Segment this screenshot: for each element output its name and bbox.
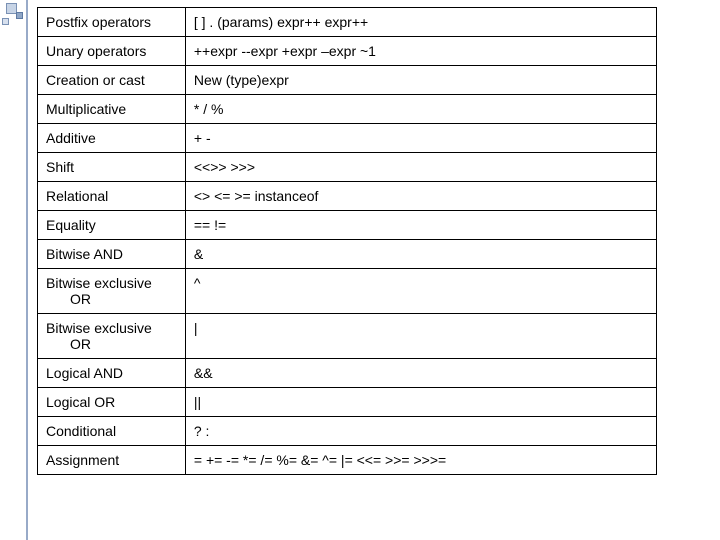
operators-cell: <<>> >>> xyxy=(185,153,656,182)
table-row: Logical OR|| xyxy=(38,388,657,417)
table-row: Creation or castNew (type)expr xyxy=(38,66,657,95)
operator-category-cell: Multiplicative xyxy=(38,95,186,124)
table-row: Relational<> <= >= instanceof xyxy=(38,182,657,211)
operators-cell: ^ xyxy=(185,269,656,314)
table-row: Equality== != xyxy=(38,211,657,240)
operator-category-cell: Additive xyxy=(38,124,186,153)
operators-cell: ++expr --expr +expr –expr ~1 xyxy=(185,37,656,66)
table-row: Shift<<>> >>> xyxy=(38,153,657,182)
deco-square xyxy=(2,18,9,25)
category-label: Bitwise exclusive xyxy=(46,320,152,336)
operator-category-cell: Bitwise exclusiveOR xyxy=(38,314,186,359)
operator-category-cell: Unary operators xyxy=(38,37,186,66)
operator-category-cell: Assignment xyxy=(38,446,186,475)
table-row: Multiplicative* / % xyxy=(38,95,657,124)
category-label-line2: OR xyxy=(46,336,177,352)
operators-cell: = += -= *= /= %= &= ^= |= <<= >>= >>>= xyxy=(185,446,656,475)
operator-category-cell: Bitwise exclusiveOR xyxy=(38,269,186,314)
operator-category-cell: Postfix operators xyxy=(38,8,186,37)
table-row: Logical AND&& xyxy=(38,359,657,388)
operator-category-cell: Logical AND xyxy=(38,359,186,388)
operators-cell: + - xyxy=(185,124,656,153)
operators-cell: New (type)expr xyxy=(185,66,656,95)
operators-cell: ? : xyxy=(185,417,656,446)
deco-vertical-line xyxy=(26,0,28,540)
category-label-line2: OR xyxy=(46,291,177,307)
table-row: Additive+ - xyxy=(38,124,657,153)
operator-category-cell: Shift xyxy=(38,153,186,182)
operator-category-cell: Bitwise AND xyxy=(38,240,186,269)
operators-cell: <> <= >= instanceof xyxy=(185,182,656,211)
category-label: Bitwise exclusive xyxy=(46,275,152,291)
slide-content: Postfix operators[ ] . (params) expr++ e… xyxy=(37,7,662,475)
operators-cell: | xyxy=(185,314,656,359)
operators-cell: == != xyxy=(185,211,656,240)
table-row: Assignment= += -= *= /= %= &= ^= |= <<= … xyxy=(38,446,657,475)
operator-category-cell: Conditional xyxy=(38,417,186,446)
table-row: Bitwise exclusiveOR^ xyxy=(38,269,657,314)
operator-category-cell: Creation or cast xyxy=(38,66,186,95)
operator-precedence-table: Postfix operators[ ] . (params) expr++ e… xyxy=(37,7,657,475)
operators-cell: & xyxy=(185,240,656,269)
table-row: Bitwise AND& xyxy=(38,240,657,269)
deco-square xyxy=(16,12,23,19)
table-row: Conditional? : xyxy=(38,417,657,446)
table-row: Postfix operators[ ] . (params) expr++ e… xyxy=(38,8,657,37)
table-row: Bitwise exclusiveOR| xyxy=(38,314,657,359)
operators-cell: && xyxy=(185,359,656,388)
table-row: Unary operators++expr --expr +expr –expr… xyxy=(38,37,657,66)
operators-cell: * / % xyxy=(185,95,656,124)
operators-cell: [ ] . (params) expr++ expr++ xyxy=(185,8,656,37)
operator-category-cell: Relational xyxy=(38,182,186,211)
operator-category-cell: Equality xyxy=(38,211,186,240)
operators-cell: || xyxy=(185,388,656,417)
side-decoration xyxy=(0,0,28,540)
operator-category-cell: Logical OR xyxy=(38,388,186,417)
